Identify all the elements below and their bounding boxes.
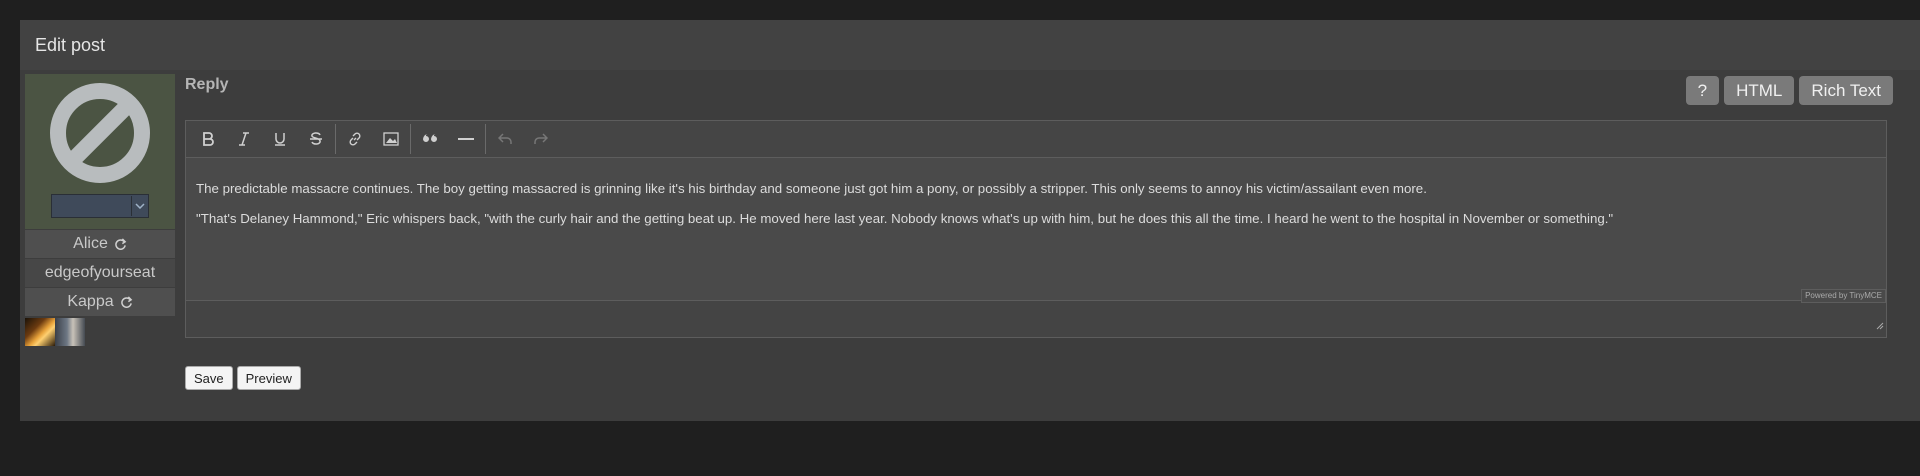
refresh-icon[interactable] (114, 237, 127, 251)
editor-toolbar (186, 121, 1886, 158)
toolbar-separator (485, 124, 486, 154)
panel-header: Edit post (20, 20, 1920, 70)
italic-icon[interactable] (226, 122, 262, 156)
user-name: edgeofyourseat (44, 264, 156, 281)
underline-icon[interactable] (262, 122, 298, 156)
html-mode-button[interactable]: HTML (1724, 76, 1795, 105)
user-row-kappa[interactable]: Kappa (25, 287, 175, 316)
editor-content[interactable]: The predictable massacre continues. The … (186, 158, 1886, 302)
character-thumbnails (25, 318, 175, 346)
user-name: Alice (73, 235, 108, 252)
redo-icon[interactable] (523, 122, 559, 156)
editor-mode-buttons: ? HTML Rich Text (1685, 76, 1893, 105)
character-thumbnail[interactable] (25, 318, 55, 346)
user-column: Alice edgeofyourseat Kappa (25, 74, 175, 346)
paragraph: "That's Delaney Hammond," Eric whispers … (196, 211, 1614, 226)
strikethrough-icon[interactable] (298, 122, 334, 156)
refresh-icon[interactable] (120, 295, 133, 309)
blockquote-icon[interactable] (412, 122, 448, 156)
content: Alice edgeofyourseat Kappa Reply ? HTML … (20, 74, 1920, 421)
character-thumbnail[interactable] (55, 318, 85, 346)
powered-by-label[interactable]: Powered by TinyMCE (1801, 289, 1886, 303)
user-row-edgeofyourseat[interactable]: edgeofyourseat (25, 258, 175, 287)
user-name: Kappa (67, 293, 114, 310)
user-row-alice[interactable]: Alice (25, 229, 175, 258)
avatar (25, 74, 175, 229)
hr-icon[interactable] (448, 122, 484, 156)
avatar-select[interactable] (51, 194, 149, 218)
preview-button[interactable]: Preview (236, 366, 301, 390)
panel-title: Edit post (35, 34, 106, 55)
bold-icon[interactable] (190, 122, 226, 156)
form-actions: Save Preview (185, 366, 301, 390)
save-button[interactable]: Save (185, 366, 233, 390)
image-icon[interactable] (373, 122, 409, 156)
paragraph: The predictable massacre continues. The … (196, 181, 1427, 196)
editor-statusbar: Powered by TinyMCE (186, 289, 1886, 337)
rich-text-editor: The predictable massacre continues. The … (185, 120, 1887, 338)
resize-handle-icon[interactable] (1876, 317, 1884, 335)
link-icon[interactable] (337, 122, 373, 156)
rich-text-mode-button[interactable]: Rich Text (1799, 76, 1893, 105)
help-button[interactable]: ? (1685, 76, 1720, 105)
undo-icon[interactable] (487, 122, 523, 156)
reply-label: Reply (185, 76, 229, 93)
edit-post-panel: Edit post Alice edgeofyourseat Kappa Rep… (20, 20, 1920, 421)
toolbar-separator (335, 124, 336, 154)
toolbar-separator (410, 124, 411, 154)
chevron-down-icon (131, 196, 148, 216)
no-avatar-icon (50, 83, 150, 183)
